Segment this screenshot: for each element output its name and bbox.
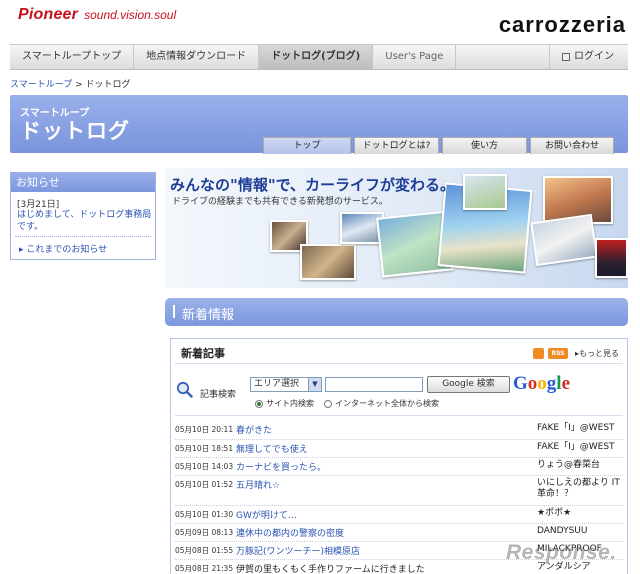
banner-tabs: トップ ドットログとは? 使い方 お問い合わせ bbox=[263, 137, 614, 154]
nav-item-spot-download[interactable]: 地点情報ダウンロード bbox=[134, 45, 260, 69]
pioneer-wordmark: Pioneer bbox=[18, 6, 79, 23]
table-row: 05月10日 20:11 春がきた FAKE「I」@WEST bbox=[175, 421, 623, 440]
notice-item-link[interactable]: はじめまして、ドットログ事務局です。 bbox=[17, 209, 153, 233]
news-heading: 新着情報 bbox=[182, 308, 235, 323]
table-row: 05月10日 01:30 GWが明けて… ★ポポ★ bbox=[175, 506, 623, 524]
tab-contact[interactable]: お問い合わせ bbox=[530, 137, 614, 154]
google-logo: Google bbox=[513, 373, 570, 395]
article-date: 05月10日 14:03 bbox=[175, 462, 234, 471]
news-section-header bbox=[165, 298, 628, 326]
magnifier-icon bbox=[176, 381, 193, 398]
breadcrumb-current: ドットログ bbox=[85, 80, 131, 90]
article-date: 05月08日 01:55 bbox=[175, 546, 234, 555]
article-date: 05月08日 21:35 bbox=[175, 564, 234, 573]
article-author-link[interactable]: FAKE「I」@WEST bbox=[537, 442, 615, 453]
login-label: ログイン bbox=[574, 51, 614, 62]
article-title-link[interactable]: 無理してでも使え bbox=[236, 442, 308, 455]
radio-site-search[interactable]: サイト内検索 bbox=[255, 398, 314, 409]
article-date: 05月10日 20:11 bbox=[175, 425, 234, 434]
news-header-accent bbox=[173, 305, 175, 318]
breadcrumb-parent-link[interactable]: スマートループ bbox=[10, 80, 72, 90]
radio-site-label: サイト内検索 bbox=[266, 399, 314, 408]
breadcrumb: スマートループ > ドットログ bbox=[10, 77, 131, 90]
rss-badge[interactable]: RSS bbox=[548, 348, 568, 359]
search-label: 記事検索 bbox=[200, 390, 237, 400]
hero-photo-screen bbox=[595, 238, 628, 278]
article-title-link[interactable]: 連休中の都内の警察の密度 bbox=[236, 526, 344, 539]
search-input[interactable] bbox=[325, 377, 423, 392]
pioneer-logo[interactable]: Pioneer sound.vision.soul bbox=[18, 6, 176, 24]
nav-item-smartloop-top[interactable]: スマートループトップ bbox=[10, 45, 135, 69]
article-title-link[interactable]: 五月晴れ☆ bbox=[236, 478, 280, 491]
box-divider bbox=[175, 363, 623, 364]
table-row: 05月10日 14:03 カーナビを買ったら。 りょう@春菜台 bbox=[175, 458, 623, 476]
notice-panel: お知らせ [3月21日] はじめまして、ドットログ事務局です。 ▸ これまでのお… bbox=[10, 172, 156, 260]
main-nav: スマートループトップ 地点情報ダウンロード ドットログ(ブログ) User's … bbox=[10, 44, 628, 70]
nav-item-users-page[interactable]: User's Page bbox=[373, 45, 457, 69]
tab-howto[interactable]: 使い方 bbox=[442, 137, 527, 154]
google-wordmark: Google bbox=[513, 373, 570, 394]
radio-dot-selected bbox=[255, 399, 263, 408]
tab-about[interactable]: ドットログとは? bbox=[354, 137, 439, 154]
area-select[interactable]: エリア選択 ▼ bbox=[250, 377, 322, 392]
article-date: 05月09日 08:13 bbox=[175, 528, 234, 537]
article-title-link[interactable]: 万豚記(ワンツーチー)相模原店 bbox=[236, 544, 360, 557]
article-author-link[interactable]: いにしえの都より IT革命！？ bbox=[537, 478, 623, 500]
article-title-link[interactable]: 春がきた bbox=[236, 423, 272, 436]
article-date: 05月10日 01:30 bbox=[175, 510, 234, 519]
login-icon bbox=[562, 53, 570, 61]
tab-top[interactable]: トップ bbox=[263, 137, 351, 154]
table-row: 05月09日 08:13 連休中の都内の警察の密度 DANDYSUU bbox=[175, 524, 623, 542]
radio-web-search[interactable]: インターネット全体から検索 bbox=[324, 398, 439, 409]
area-select-value: エリア選択 bbox=[254, 379, 300, 389]
notice-divider bbox=[15, 236, 151, 237]
nav-item-dotlog[interactable]: ドットログ(ブログ) bbox=[259, 45, 374, 69]
radio-web-label: インターネット全体から検索 bbox=[335, 399, 439, 408]
hero-photo-friends bbox=[300, 244, 356, 280]
notice-heading: お知らせ bbox=[11, 173, 155, 192]
search-scope-radios: サイト内検索 インターネット全体から検索 bbox=[255, 398, 439, 409]
article-date: 05月10日 01:52 bbox=[175, 480, 234, 489]
article-title-link[interactable]: GWが明けて… bbox=[236, 508, 297, 521]
pioneer-tagline: sound.vision.soul bbox=[84, 8, 177, 22]
table-row: 05月10日 01:52 五月晴れ☆ いにしえの都より IT革命！？ bbox=[175, 476, 623, 506]
hero-photo-golf bbox=[463, 174, 507, 210]
article-author-link[interactable]: DANDYSUU bbox=[537, 526, 587, 537]
article-author-link[interactable]: FAKE「I」@WEST bbox=[537, 423, 615, 434]
response-watermark: Response. bbox=[506, 541, 617, 564]
new-articles-title: 新着記事 bbox=[181, 347, 225, 360]
articles-divider bbox=[175, 415, 623, 416]
article-date: 05月10日 18:51 bbox=[175, 444, 234, 453]
hero-subline: ドライブの経験までも共有できる新発想のサービス。 bbox=[172, 197, 388, 207]
article-title-link[interactable]: 伊賀の里もくもく手作りファームに行きました bbox=[236, 562, 425, 574]
notice-archive-label: これまでのお知らせ bbox=[26, 245, 108, 255]
page-title: ドットログ bbox=[20, 119, 130, 143]
google-search-button[interactable]: Google 検索 bbox=[427, 376, 510, 393]
article-title-link[interactable]: カーナビを買ったら。 bbox=[236, 460, 326, 473]
table-row: 05月10日 18:51 無理してでも使え FAKE「I」@WEST bbox=[175, 440, 623, 458]
chevron-down-icon: ▼ bbox=[308, 378, 321, 391]
radio-dot bbox=[324, 399, 332, 408]
notice-archive-link[interactable]: ▸ これまでのお知らせ bbox=[19, 242, 107, 255]
hero-headline: みんなの"情報"で、カーライフが変わる。 bbox=[170, 176, 456, 194]
carrozzeria-logo[interactable]: carrozzeria bbox=[499, 12, 626, 38]
more-link[interactable]: ▸もっと見る bbox=[575, 348, 619, 359]
breadcrumb-separator: > bbox=[75, 80, 83, 90]
article-author-link[interactable]: ★ポポ★ bbox=[537, 508, 571, 519]
more-link-label: もっと見る bbox=[579, 349, 620, 358]
article-author-link[interactable]: りょう@春菜台 bbox=[537, 460, 600, 471]
hero-photo-deck bbox=[530, 213, 598, 267]
rss-feed-icon[interactable] bbox=[533, 348, 544, 359]
login-button[interactable]: ログイン bbox=[549, 45, 628, 69]
